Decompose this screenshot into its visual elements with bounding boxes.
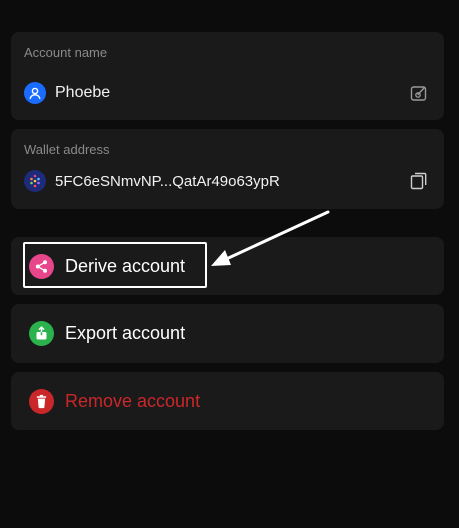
account-name-card: Account name Phoebe	[11, 32, 444, 120]
trash-icon	[29, 388, 54, 414]
account-name-value: Phoebe	[55, 84, 111, 101]
derive-account-button[interactable]: Derive account	[11, 237, 444, 295]
chain-logo-icon	[24, 170, 46, 192]
wallet-address-card: Wallet address 5FC6eSNmvNP...QatAr49o63y…	[11, 129, 444, 209]
export-account-row: Export account	[29, 304, 185, 363]
wallet-address-value: 5FC6eSNmvNP...QatAr49o63ypR	[55, 172, 280, 190]
derive-account-row: Derive account	[29, 237, 185, 295]
derive-account-label: Derive account	[65, 255, 186, 276]
remove-account-row: Remove account	[29, 372, 200, 430]
account-name-label: Account name	[24, 45, 108, 60]
edit-icon[interactable]	[408, 82, 430, 104]
remove-account-button[interactable]: Remove account	[11, 372, 444, 430]
export-account-label: Export account	[65, 323, 186, 343]
copy-icon[interactable]	[408, 170, 430, 192]
export-account-button[interactable]: Export account	[11, 304, 444, 363]
share-icon	[29, 253, 54, 279]
wallet-address-label: Wallet address	[24, 142, 110, 157]
user-icon	[24, 82, 46, 104]
remove-account-label: Remove account	[65, 390, 201, 411]
account-name-row: Phoebe	[24, 82, 430, 104]
export-icon	[29, 321, 54, 346]
wallet-address-row: 5FC6eSNmvNP...QatAr49o63ypR	[24, 170, 430, 192]
